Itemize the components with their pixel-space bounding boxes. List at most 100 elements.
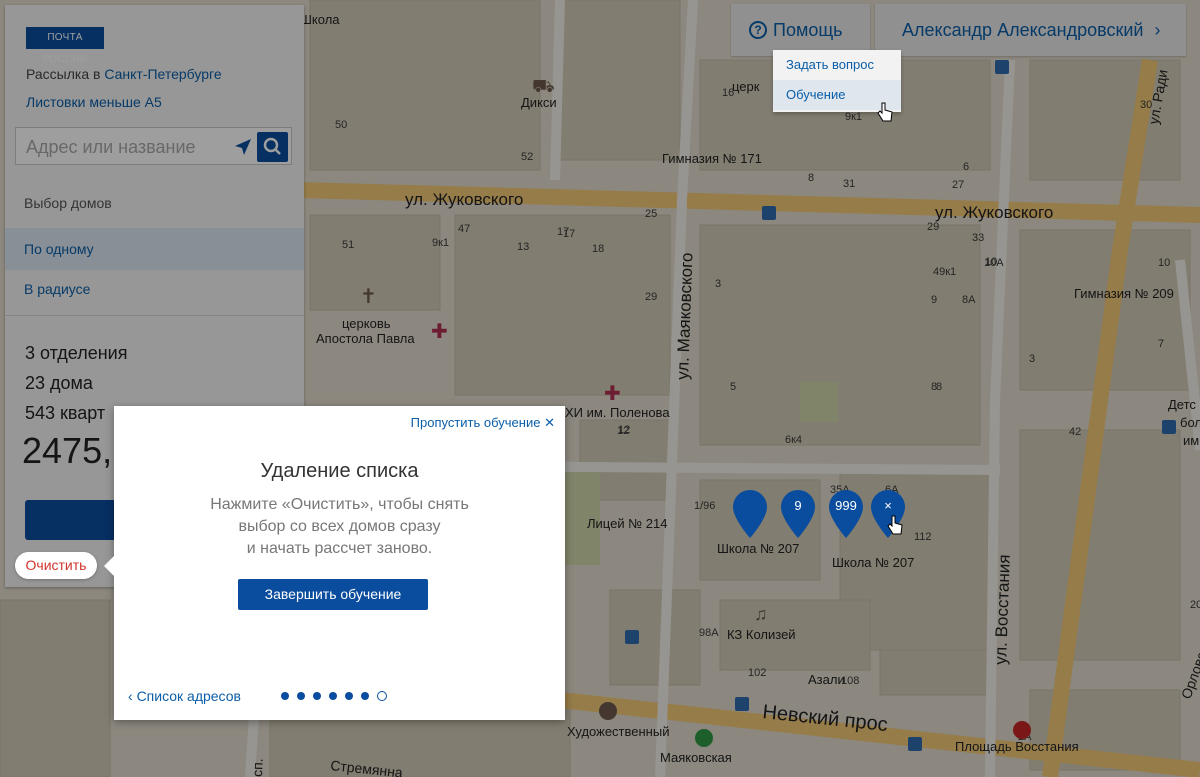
poi-label: Маяковская: [660, 750, 732, 765]
house-number: 3: [715, 278, 721, 290]
search-box: [15, 127, 292, 165]
house-number: 3: [1029, 353, 1035, 365]
house-number: 8: [808, 172, 814, 184]
house-number: 49к1: [933, 266, 956, 278]
tutorial-title: Удаление списка: [260, 460, 419, 482]
search-button[interactable]: [257, 132, 288, 162]
house-number: 9к1: [845, 111, 862, 123]
church-cross-icon: ✚: [431, 321, 448, 343]
street-label: сп.: [249, 758, 266, 777]
house-marker[interactable]: 9: [781, 490, 815, 538]
option-one-by-one[interactable]: По одному: [5, 228, 304, 270]
house-number: 30: [1140, 99, 1152, 111]
house-marker[interactable]: 999: [829, 490, 863, 538]
house-number: 1/96: [694, 500, 715, 512]
house-number: 16: [722, 87, 734, 99]
poi-label: КЗ Колизей: [727, 627, 796, 642]
house-number: 27: [952, 179, 964, 191]
house-number: 42: [1069, 426, 1081, 438]
poi-label: Апостола Павла: [316, 331, 415, 346]
stat-branches: 3 отделения: [25, 343, 128, 363]
search-icon: [263, 137, 281, 155]
step-dot[interactable]: [329, 692, 337, 700]
step-dot[interactable]: [345, 692, 353, 700]
church-icon: ✝: [360, 286, 377, 308]
stat-houses: 23 дома: [25, 373, 93, 393]
poi-label: бол: [1180, 415, 1200, 430]
house-number: 52: [521, 151, 533, 163]
user-menu-button[interactable]: Александр Александровский ›: [875, 4, 1186, 56]
poi-label: Дикси: [521, 95, 557, 110]
house-number: 50: [335, 119, 347, 131]
step-dot[interactable]: [313, 692, 321, 700]
total-price: 2475,: [22, 430, 113, 471]
bus-stop-icon: [908, 737, 922, 751]
poi-label: Площадь Восстания: [955, 739, 1079, 754]
shop-icon: ⛟: [532, 76, 555, 96]
music-icon: ♫: [754, 604, 768, 624]
previous-step-link[interactable]: ‹ Список адресов: [128, 688, 241, 704]
house-number: 47: [458, 223, 470, 235]
chevron-left-icon: ‹: [128, 688, 137, 704]
house-number: 31: [843, 178, 855, 190]
street-label: ул. Восстания: [991, 554, 1014, 665]
question-icon: ?: [749, 21, 767, 39]
house-number: 33: [972, 232, 984, 244]
poi-label: Детс: [1168, 397, 1196, 412]
house-number: 108: [841, 675, 859, 687]
poi-label: церк: [732, 79, 760, 94]
divider: [5, 315, 304, 316]
mailing-city-line: Рассылка в Санкт-Петербурге: [26, 66, 222, 82]
house-marker[interactable]: [733, 490, 767, 538]
house-number: 112: [914, 531, 932, 543]
bus-stop-icon: [625, 630, 639, 644]
house-number: 29: [645, 291, 657, 303]
step-dot[interactable]: [297, 692, 305, 700]
house-number: 9: [931, 294, 937, 306]
church-cross-icon: ✚: [604, 383, 621, 405]
bus-stop-icon: [735, 697, 749, 711]
metro-icon: [1013, 721, 1031, 739]
clear-button[interactable]: Очистить: [15, 552, 97, 579]
house-number: 8: [931, 381, 937, 393]
house-number: 10: [1158, 257, 1170, 269]
product-type-link[interactable]: Листовки меньше А5: [26, 94, 162, 110]
poi-label: Школа № 207: [832, 555, 914, 570]
hand-cursor-icon: [887, 515, 903, 535]
city-link[interactable]: Санкт-Петербурге: [104, 66, 221, 82]
cinema-icon: [599, 702, 617, 720]
bus-stop-icon: [762, 206, 776, 220]
poi-label: Школа № 207: [717, 541, 799, 556]
step-dot[interactable]: [281, 692, 289, 700]
house-number: 8А: [962, 294, 976, 306]
step-dot[interactable]: [361, 692, 369, 700]
help-button[interactable]: ? Помощь: [731, 4, 870, 56]
locate-icon[interactable]: [232, 136, 254, 158]
stat-apartments: 543 кварт: [25, 403, 106, 423]
street-label: ул. Жуковского: [405, 190, 523, 209]
close-icon: ✕: [544, 415, 555, 430]
finish-tutorial-button[interactable]: Завершить обучение: [238, 579, 428, 610]
step-dot[interactable]: [377, 691, 387, 701]
menu-item-ask-question[interactable]: Задать вопрос: [773, 50, 901, 80]
house-number: 20: [1190, 599, 1200, 611]
option-radius[interactable]: В радиусе: [5, 268, 304, 310]
house-number: 6к4: [785, 434, 802, 446]
house-number: 10А: [984, 257, 1004, 269]
poi-label: Гимназия № 171: [662, 151, 762, 166]
step-indicator: [281, 691, 395, 702]
bus-stop-icon: [1162, 420, 1176, 434]
poi-label: им: [1183, 433, 1199, 448]
bus-stop-icon: [995, 60, 1009, 74]
house-number: 25: [645, 208, 657, 220]
skip-tutorial-link[interactable]: Пропустить обучение ✕: [411, 415, 555, 431]
hand-cursor-icon: [877, 102, 893, 122]
poi-label: Школа: [300, 12, 340, 27]
poi-label: Азали: [808, 672, 845, 687]
close-icon: ×: [884, 498, 892, 513]
house-number: 17: [563, 228, 575, 240]
poi-label: ХИ им. Поленова: [565, 405, 670, 420]
house-number: 98А: [699, 627, 719, 639]
search-input[interactable]: [24, 134, 228, 160]
tutorial-popup: Пропустить обучение ✕ Удаление списка На…: [104, 406, 565, 720]
